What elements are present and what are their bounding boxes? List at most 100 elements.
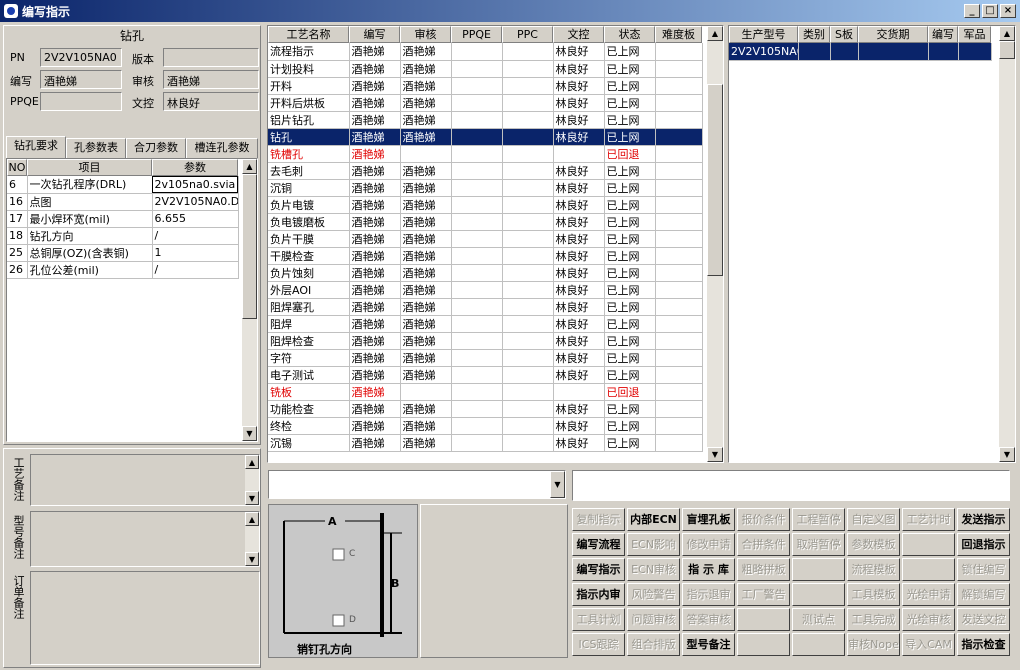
process-cell-ppc[interactable] [502,94,554,112]
process-cell-difficulty[interactable] [655,179,703,197]
process-cell-name[interactable]: 负片电镀 [268,196,350,214]
process-cell-writer[interactable]: 酒艳娣 [349,264,401,282]
process-cell-difficulty[interactable] [655,111,703,129]
process-cell-status[interactable]: 已上网 [604,230,656,248]
process-cell-reviewer[interactable]: 酒艳娣 [400,247,452,265]
process-cell-ppc[interactable] [502,349,554,367]
scroll-down-icon[interactable]: ▼ [245,552,259,566]
table-row[interactable]: 铣槽孔 酒艳娣 已回退 [268,145,703,163]
param-cell-value[interactable]: 1 [152,244,239,262]
tab-combine-knife-params[interactable]: 合刀参数 [126,138,186,158]
process-cell-ppc[interactable] [502,128,554,146]
process-cell-ppqe[interactable] [451,366,503,384]
process-cell-name[interactable]: 终检 [268,417,350,435]
process-cell-doc[interactable]: 林良好 [553,400,605,418]
scroll-thumb[interactable] [999,41,1015,59]
table-row[interactable]: 去毛刺 酒艳娣 酒艳娣 林良好 已上网 [268,162,703,180]
process-cell-name[interactable]: 铝片钻孔 [268,111,350,129]
process-cell-difficulty[interactable] [655,43,703,61]
process-cell-name[interactable]: 计划投料 [268,60,350,78]
process-cell-status[interactable]: 已上网 [604,281,656,299]
action-button-4-7[interactable]: 发送文控 [957,608,1010,631]
process-cell-ppc[interactable] [502,162,554,180]
process-cell-difficulty[interactable] [655,298,703,316]
process-cell-ppc[interactable] [502,43,554,61]
process-cell-name[interactable]: 去毛刺 [268,162,350,180]
param-cell-item[interactable]: 点图 [27,193,153,211]
process-cell-difficulty[interactable] [655,94,703,112]
table-row[interactable]: 6 一次钻孔程序(DRL) 2v105na0.svia [7,176,239,194]
table-row[interactable]: 电子测试 酒艳娣 酒艳娣 林良好 已上网 [268,366,703,384]
process-cell-difficulty[interactable] [655,196,703,214]
process-cell-status[interactable]: 已上网 [604,60,656,78]
process-cell-writer[interactable]: 酒艳娣 [349,179,401,197]
table-row[interactable]: 阻焊检查 酒艳娣 酒艳娣 林良好 已上网 [268,332,703,350]
process-cell-name[interactable]: 铣槽孔 [268,145,350,163]
table-row[interactable]: 负片干膜 酒艳娣 酒艳娣 林良好 已上网 [268,230,703,248]
process-cell-name[interactable]: 流程指示 [268,43,350,61]
action-button-5-6[interactable]: 导入CAM [902,633,955,656]
tab-drill-requirements[interactable]: 钻孔要求 [6,136,66,158]
table-row[interactable]: 沉锡 酒艳娣 酒艳娣 林良好 已上网 [268,434,703,452]
col-difficulty[interactable]: 难度板 [655,26,702,43]
process-cell-writer[interactable]: 酒艳娣 [349,196,401,214]
action-button-0-3[interactable]: 报价条件 [737,508,790,531]
process-cell-ppqe[interactable] [451,298,503,316]
process-cell-status[interactable]: 已上网 [604,77,656,95]
process-cell-reviewer[interactable]: 酒艳娣 [400,196,452,214]
maximize-button[interactable]: □ [982,4,998,18]
table-row[interactable]: 干膜检查 酒艳娣 酒艳娣 林良好 已上网 [268,247,703,265]
process-cell-difficulty[interactable] [655,332,703,350]
process-cell-name[interactable]: 铣板 [268,383,350,401]
action-button-0-4[interactable]: 工程暂停 [792,508,845,531]
process-cell-doc[interactable]: 林良好 [553,264,605,282]
col-prod-model[interactable]: 生产型号 [729,26,798,43]
process-cell-status[interactable]: 已上网 [604,366,656,384]
model-cell-s[interactable] [830,43,859,61]
action-button-1-4[interactable]: 取消暂停 [792,533,845,556]
table-row[interactable]: 开料后烘板 酒艳娣 酒艳娣 林良好 已上网 [268,94,703,112]
process-cell-writer[interactable]: 酒艳娣 [349,60,401,78]
scroll-thumb[interactable] [242,174,257,319]
col-ppqe[interactable]: PPQE [451,26,502,43]
process-cell-reviewer[interactable]: 酒艳娣 [400,94,452,112]
param-cell-item[interactable]: 最小焊环宽(mil) [27,210,153,228]
process-cell-status[interactable]: 已回退 [604,383,656,401]
process-cell-ppqe[interactable] [451,383,503,401]
action-button-0-2[interactable]: 盲埋孔板 [682,508,735,531]
process-cell-name[interactable]: 阻焊塞孔 [268,298,350,316]
table-row[interactable]: 功能检查 酒艳娣 酒艳娣 林良好 已上网 [268,400,703,418]
process-combo[interactable]: ▼ [268,470,566,499]
model-note-scrollbar[interactable]: ▲ ▼ [245,512,259,566]
process-cell-ppqe[interactable] [451,417,503,435]
param-cell-no[interactable]: 18 [7,227,28,245]
process-cell-doc[interactable]: 林良好 [553,196,605,214]
process-cell-doc[interactable]: 林良好 [553,179,605,197]
scroll-up-icon[interactable]: ▲ [245,512,259,526]
model-scrollbar[interactable]: ▲ ▼ [999,26,1015,462]
model-cell-type[interactable] [798,43,831,61]
param-scrollbar[interactable]: ▲ ▼ [242,159,257,441]
process-cell-writer[interactable]: 酒艳娣 [349,247,401,265]
process-cell-writer[interactable]: 酒艳娣 [349,315,401,333]
process-cell-reviewer[interactable]: 酒艳娣 [400,60,452,78]
minimize-button[interactable]: _ [964,4,980,18]
process-cell-ppc[interactable] [502,247,554,265]
process-cell-difficulty[interactable] [655,417,703,435]
process-cell-status[interactable]: 已上网 [604,332,656,350]
process-cell-doc[interactable] [553,383,605,401]
action-button-4-1[interactable]: 问题审核 [627,608,680,631]
process-cell-difficulty[interactable] [655,434,703,452]
process-cell-reviewer[interactable]: 酒艳娣 [400,213,452,231]
process-cell-reviewer[interactable]: 酒艳娣 [400,111,452,129]
table-row[interactable]: 字符 酒艳娣 酒艳娣 林良好 已上网 [268,349,703,367]
action-button-1-3[interactable]: 合拼条件 [737,533,790,556]
process-cell-reviewer[interactable]: 酒艳娣 [400,77,452,95]
col-doc-control[interactable]: 文控 [553,26,604,43]
action-button-3-0[interactable]: 指示内审 [572,583,625,606]
process-cell-name[interactable]: 负片蚀刻 [268,264,350,282]
process-cell-doc[interactable]: 林良好 [553,43,605,61]
process-cell-difficulty[interactable] [655,383,703,401]
col-item[interactable]: 项目 [27,159,152,176]
action-button-3-6[interactable]: 光绘申请 [902,583,955,606]
